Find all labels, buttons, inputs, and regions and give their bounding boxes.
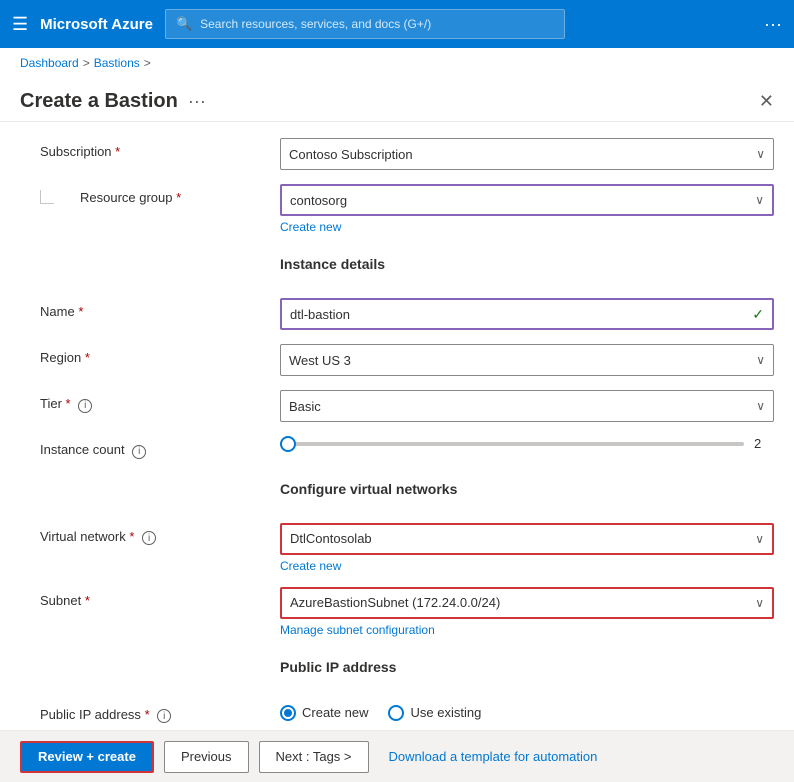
radio-create-new-label: Create new bbox=[302, 705, 368, 720]
search-bar[interactable]: 🔍 Search resources, services, and docs (… bbox=[165, 9, 565, 39]
region-row: Region * West US 3 ∨ bbox=[20, 344, 774, 376]
tier-field: Basic ∨ bbox=[280, 390, 774, 422]
region-label: Region * bbox=[20, 344, 280, 365]
name-check-icon: ✓ bbox=[752, 306, 764, 323]
topbar-ellipsis[interactable]: ··· bbox=[764, 14, 782, 35]
name-value: dtl-bastion bbox=[290, 307, 350, 322]
manage-subnet-link[interactable]: Manage subnet configuration bbox=[280, 623, 435, 637]
public-ip-info-icon[interactable]: i bbox=[157, 709, 171, 723]
subscription-field: Contoso Subscription ∨ bbox=[280, 138, 774, 170]
resource-group-label: Resource group * bbox=[20, 184, 280, 205]
name-select[interactable]: dtl-bastion ✓ bbox=[280, 298, 774, 330]
close-button[interactable]: ✕ bbox=[759, 91, 774, 112]
tier-select[interactable]: Basic ∨ bbox=[280, 390, 774, 422]
configure-vnet-header: Configure virtual networks bbox=[280, 481, 774, 497]
page-header: Create a Bastion ··· ✕ bbox=[0, 78, 794, 122]
breadcrumb: Dashboard > Bastions > bbox=[0, 48, 794, 78]
region-field: West US 3 ∨ bbox=[280, 344, 774, 376]
subscription-row: Subscription * Contoso Subscription ∨ bbox=[20, 138, 774, 170]
subnet-arrow: ∨ bbox=[755, 596, 764, 610]
subscription-select[interactable]: Contoso Subscription ∨ bbox=[280, 138, 774, 170]
vnet-field: DtlContosolab ∨ Create new bbox=[280, 523, 774, 573]
resource-group-arrow: ∨ bbox=[755, 193, 764, 207]
public-ip-radio-group: Create new Use existing bbox=[280, 701, 774, 721]
public-ip-field: Create new Use existing bbox=[280, 701, 774, 721]
tier-value: Basic bbox=[289, 399, 321, 414]
radio-use-existing[interactable]: Use existing bbox=[388, 705, 481, 721]
region-arrow: ∨ bbox=[756, 353, 765, 367]
topbar: ☰ Microsoft Azure 🔍 Search resources, se… bbox=[0, 0, 794, 48]
subnet-select[interactable]: AzureBastionSubnet (172.24.0.0/24) ∨ bbox=[280, 587, 774, 619]
hamburger-icon[interactable]: ☰ bbox=[12, 14, 28, 35]
create-new-rg-link[interactable]: Create new bbox=[280, 220, 341, 234]
vnet-info-icon[interactable]: i bbox=[142, 531, 156, 545]
region-select[interactable]: West US 3 ∨ bbox=[280, 344, 774, 376]
page-title: Create a Bastion bbox=[20, 90, 178, 113]
vnet-arrow: ∨ bbox=[755, 532, 764, 546]
instance-count-field: 2 bbox=[280, 436, 774, 451]
name-row: Name * dtl-bastion ✓ bbox=[20, 298, 774, 330]
public-ip-section: Public IP address bbox=[20, 651, 774, 687]
instance-count-row: Instance count i 2 bbox=[20, 436, 774, 459]
resource-group-row: Resource group * contosorg ∨ Create new bbox=[20, 184, 774, 234]
search-icon: 🔍 bbox=[176, 16, 192, 32]
breadcrumb-bastions[interactable]: Bastions bbox=[94, 56, 140, 70]
public-ip-row: Public IP address * i Create new Use exi… bbox=[20, 701, 774, 724]
public-ip-label: Public IP address * i bbox=[20, 701, 280, 724]
instance-details-header: Instance details bbox=[280, 256, 774, 272]
radio-use-existing-circle[interactable] bbox=[388, 705, 404, 721]
subscription-value: Contoso Subscription bbox=[289, 147, 413, 162]
previous-button[interactable]: Previous bbox=[164, 741, 249, 773]
tier-label: Tier * i bbox=[20, 390, 280, 413]
main-content: Create a Bastion ··· ✕ Subscription * Co… bbox=[0, 78, 794, 782]
instance-count-slider: 2 bbox=[280, 436, 774, 451]
instance-count-label: Instance count i bbox=[20, 436, 280, 459]
download-template-link[interactable]: Download a template for automation bbox=[389, 749, 598, 764]
vnet-label: Virtual network * i bbox=[20, 523, 280, 546]
vnet-value: DtlContosolab bbox=[290, 531, 372, 546]
subscription-arrow: ∨ bbox=[756, 147, 765, 161]
page-options-icon[interactable]: ··· bbox=[188, 91, 206, 112]
instance-count-info-icon[interactable]: i bbox=[132, 445, 146, 459]
public-ip-header: Public IP address bbox=[280, 659, 774, 675]
radio-create-new-circle[interactable] bbox=[280, 705, 296, 721]
radio-use-existing-label: Use existing bbox=[410, 705, 481, 720]
subnet-label: Subnet * bbox=[20, 587, 280, 608]
create-new-vnet-link[interactable]: Create new bbox=[280, 559, 341, 573]
breadcrumb-dashboard[interactable]: Dashboard bbox=[20, 56, 79, 70]
subnet-field: AzureBastionSubnet (172.24.0.0/24) ∨ Man… bbox=[280, 587, 774, 637]
app-title: Microsoft Azure bbox=[40, 16, 153, 33]
search-placeholder: Search resources, services, and docs (G+… bbox=[200, 17, 431, 31]
tier-info-icon[interactable]: i bbox=[78, 399, 92, 413]
resource-group-select[interactable]: contosorg ∨ bbox=[280, 184, 774, 216]
footer: Review + create Previous Next : Tags > D… bbox=[0, 730, 794, 782]
subnet-row: Subnet * AzureBastionSubnet (172.24.0.0/… bbox=[20, 587, 774, 637]
breadcrumb-sep-1: > bbox=[83, 56, 90, 70]
name-label: Name * bbox=[20, 298, 280, 319]
breadcrumb-sep-2: > bbox=[144, 56, 151, 70]
instance-details-section: Instance details bbox=[20, 248, 774, 284]
review-create-button[interactable]: Review + create bbox=[20, 741, 154, 773]
next-button[interactable]: Next : Tags > bbox=[259, 741, 369, 773]
vnet-select[interactable]: DtlContosolab ∨ bbox=[280, 523, 774, 555]
vnet-row: Virtual network * i DtlContosolab ∨ Crea… bbox=[20, 523, 774, 573]
radio-create-new[interactable]: Create new bbox=[280, 705, 368, 721]
subnet-value: AzureBastionSubnet (172.24.0.0/24) bbox=[290, 595, 500, 610]
slider-value: 2 bbox=[754, 436, 774, 451]
slider-track[interactable] bbox=[280, 442, 744, 446]
resource-group-field: contosorg ∨ Create new bbox=[280, 184, 774, 234]
subscription-label: Subscription * bbox=[20, 138, 280, 159]
form-area: Subscription * Contoso Subscription ∨ Re… bbox=[0, 122, 794, 730]
resource-group-value: contosorg bbox=[290, 193, 347, 208]
configure-vnet-section: Configure virtual networks bbox=[20, 473, 774, 509]
slider-thumb[interactable] bbox=[280, 436, 296, 452]
name-field: dtl-bastion ✓ bbox=[280, 298, 774, 330]
tier-row: Tier * i Basic ∨ bbox=[20, 390, 774, 422]
region-value: West US 3 bbox=[289, 353, 351, 368]
tier-arrow: ∨ bbox=[756, 399, 765, 413]
